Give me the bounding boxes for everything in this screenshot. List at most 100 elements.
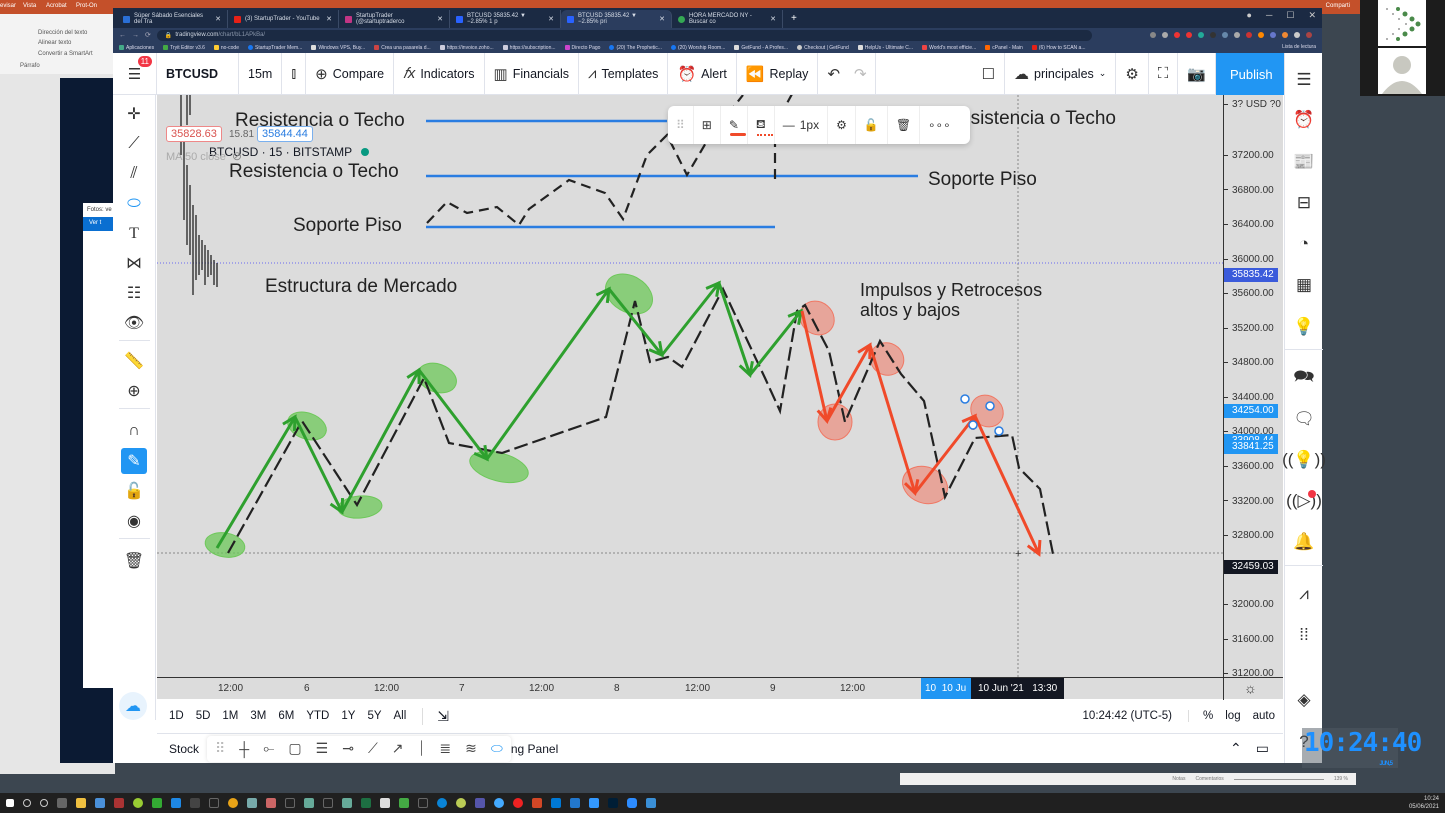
redo-icon[interactable]: ↷ bbox=[854, 65, 867, 83]
app-icon[interactable] bbox=[304, 798, 314, 808]
drawing-settings-button[interactable]: ⚙ bbox=[828, 106, 856, 144]
price-axis[interactable]: 3? USD ?0 37200.00 36800.00 36400.00 36000.… bbox=[1223, 95, 1283, 679]
more-button[interactable]: ∘∘∘ bbox=[920, 106, 959, 144]
extension-icon[interactable] bbox=[1234, 32, 1240, 38]
trendline-tool[interactable]: ⟋ bbox=[121, 131, 147, 157]
app-icon[interactable] bbox=[323, 798, 333, 808]
app-icon[interactable] bbox=[247, 798, 257, 808]
task-view-icon[interactable] bbox=[57, 798, 67, 808]
reading-list[interactable]: Lista de lectura bbox=[1282, 44, 1316, 50]
ribbon-item[interactable]: Alinear texto bbox=[38, 40, 71, 46]
app-icon[interactable] bbox=[342, 798, 352, 808]
browser-tab[interactable]: HORA MERCADO NY - Buscar co ✕ bbox=[672, 10, 783, 28]
close-icon[interactable]: ✕ bbox=[659, 15, 665, 23]
menu-button[interactable]: ☰ 11 bbox=[113, 52, 157, 95]
back-icon[interactable]: ← bbox=[119, 32, 126, 39]
notifications-button[interactable]: 🔔 bbox=[1291, 529, 1317, 555]
photoshop-icon[interactable] bbox=[608, 798, 618, 808]
range-1y[interactable]: 1Y bbox=[341, 710, 355, 722]
parallel-channel-icon[interactable]: ≣ bbox=[439, 740, 451, 757]
annotation-text[interactable]: Soporte Piso bbox=[928, 169, 1037, 191]
chats-button[interactable]: 🗪 bbox=[1291, 365, 1317, 391]
private-chats-button[interactable]: 🗨 bbox=[1291, 406, 1317, 432]
horizontal-ray-icon[interactable]: ⟜ bbox=[263, 740, 274, 757]
ppt-tab[interactable]: Acrobat bbox=[46, 3, 67, 9]
close-icon[interactable]: ✕ bbox=[770, 15, 776, 23]
share-button[interactable]: Comparti bbox=[1326, 3, 1350, 9]
notes-button[interactable]: Notas bbox=[1172, 776, 1185, 782]
percent-scale-toggle[interactable]: % bbox=[1188, 710, 1213, 722]
time-axis[interactable]: 10 10 Ju 10 Jun '21 13:30 ☼ 12:00 6 12:00 7… bbox=[157, 677, 1283, 700]
auto-scale-toggle[interactable]: auto bbox=[1253, 710, 1275, 722]
app-icon[interactable] bbox=[589, 798, 599, 808]
zoom-in-tool[interactable]: ⊕ bbox=[121, 378, 147, 404]
range-ytd[interactable]: YTD bbox=[306, 710, 329, 722]
app-icon[interactable] bbox=[190, 798, 200, 808]
grip-icon[interactable]: ⠿ bbox=[215, 740, 225, 757]
bookmark[interactable]: Crea una pasarela d... bbox=[374, 45, 431, 51]
extension-icon[interactable] bbox=[1282, 32, 1288, 38]
app-icon[interactable] bbox=[399, 798, 409, 808]
remove-drawings[interactable]: 🗑 bbox=[121, 548, 147, 574]
bookmark[interactable]: World's most efficie... bbox=[922, 45, 976, 51]
forward-icon[interactable]: → bbox=[132, 32, 139, 39]
trend-line-icon[interactable]: ⟋ bbox=[368, 740, 378, 757]
app-icon[interactable] bbox=[114, 798, 124, 808]
close-window-button[interactable]: ✕ bbox=[1308, 10, 1316, 21]
close-icon[interactable]: ✕ bbox=[215, 15, 221, 23]
prediction-tool[interactable]: ☷ bbox=[121, 280, 147, 306]
zoom-icon[interactable] bbox=[1150, 32, 1156, 38]
bookmark[interactable]: StartupTrader Mem... bbox=[247, 45, 302, 51]
sell-price-button[interactable]: 35828.63 bbox=[166, 126, 222, 142]
range-1m[interactable]: 1M bbox=[222, 710, 238, 722]
axis-settings-icon[interactable]: ☼ bbox=[1244, 680, 1257, 696]
range-3m[interactable]: 3M bbox=[250, 710, 266, 722]
bookmark[interactable]: Tryit Editor v3.6 bbox=[163, 45, 205, 51]
app-icon[interactable] bbox=[152, 798, 162, 808]
lock-drawings[interactable]: 🔓 bbox=[121, 478, 147, 504]
vscode-icon[interactable] bbox=[551, 798, 561, 808]
undo-icon[interactable]: ↶ bbox=[827, 65, 840, 83]
browser-tab[interactable]: Súper Sábado Esenciales del Tra ✕ bbox=[117, 10, 228, 28]
line-color-button[interactable]: ✎ bbox=[721, 106, 748, 144]
delete-drawing-button[interactable]: 🗑 bbox=[888, 106, 921, 144]
stock-screener-tab[interactable]: Stock bbox=[169, 742, 199, 756]
minimize-button[interactable]: ─ bbox=[1266, 10, 1272, 21]
system-clock[interactable]: 10:24 05/06/2021 bbox=[1409, 795, 1439, 811]
extension-icon[interactable] bbox=[1246, 32, 1252, 38]
interval-button[interactable]: 15m bbox=[239, 52, 283, 95]
legend-title[interactable]: BTCUSD · 15 · BITSTAMP bbox=[209, 145, 352, 159]
text-tool[interactable]: T bbox=[121, 221, 147, 247]
extension-icon[interactable] bbox=[1210, 32, 1216, 38]
app-icon[interactable] bbox=[475, 798, 485, 808]
range-6m[interactable]: 6M bbox=[278, 710, 294, 722]
app-icon[interactable] bbox=[456, 798, 466, 808]
zoom-icon[interactable] bbox=[627, 798, 637, 808]
regression-icon[interactable]: ≋ bbox=[465, 740, 477, 757]
shape-tool[interactable]: ⬭ bbox=[121, 191, 147, 217]
cortana-icon[interactable] bbox=[40, 799, 48, 807]
annotation-text[interactable]: altos y bajos bbox=[860, 300, 960, 321]
ribbon-item[interactable]: Convertir a SmartArt bbox=[38, 51, 93, 57]
app-icon[interactable] bbox=[380, 798, 390, 808]
start-icon[interactable] bbox=[6, 799, 14, 807]
comments-button[interactable]: Comentarios bbox=[1195, 776, 1223, 782]
browser-tab[interactable]: (3) StartupTrader - YouTube ✕ bbox=[228, 10, 339, 28]
publish-button[interactable]: Publish bbox=[1216, 53, 1287, 95]
hide-drawings[interactable]: ◉ bbox=[121, 508, 147, 534]
currency-label[interactable]: 3? USD ?0 bbox=[1224, 99, 1281, 110]
timezone-clock[interactable]: 10:24:42 (UTC-5) bbox=[1083, 710, 1172, 722]
app-icon[interactable] bbox=[570, 798, 580, 808]
crosshair-tool[interactable]: ✛ bbox=[121, 101, 147, 127]
arrow-line-icon[interactable]: ↗ bbox=[392, 740, 404, 757]
app-icon[interactable] bbox=[418, 798, 428, 808]
annotation-text[interactable]: Resistencia o Techo bbox=[229, 161, 399, 183]
pitchfork-tool[interactable]: ⫽ bbox=[121, 161, 147, 187]
chevron-up-icon[interactable]: ⌃ bbox=[1230, 740, 1242, 757]
ideas-button[interactable]: ☁ bbox=[119, 692, 147, 720]
data-window-button[interactable]: ⊟ bbox=[1291, 190, 1317, 216]
templates-button[interactable]: ⩘ Templates bbox=[579, 52, 669, 95]
bookmark[interactable]: https://invoice.zoho... bbox=[439, 45, 494, 51]
annotation-text[interactable]: Resistencia o Techo bbox=[235, 110, 405, 132]
line-width-button[interactable]: —1px bbox=[775, 106, 829, 144]
